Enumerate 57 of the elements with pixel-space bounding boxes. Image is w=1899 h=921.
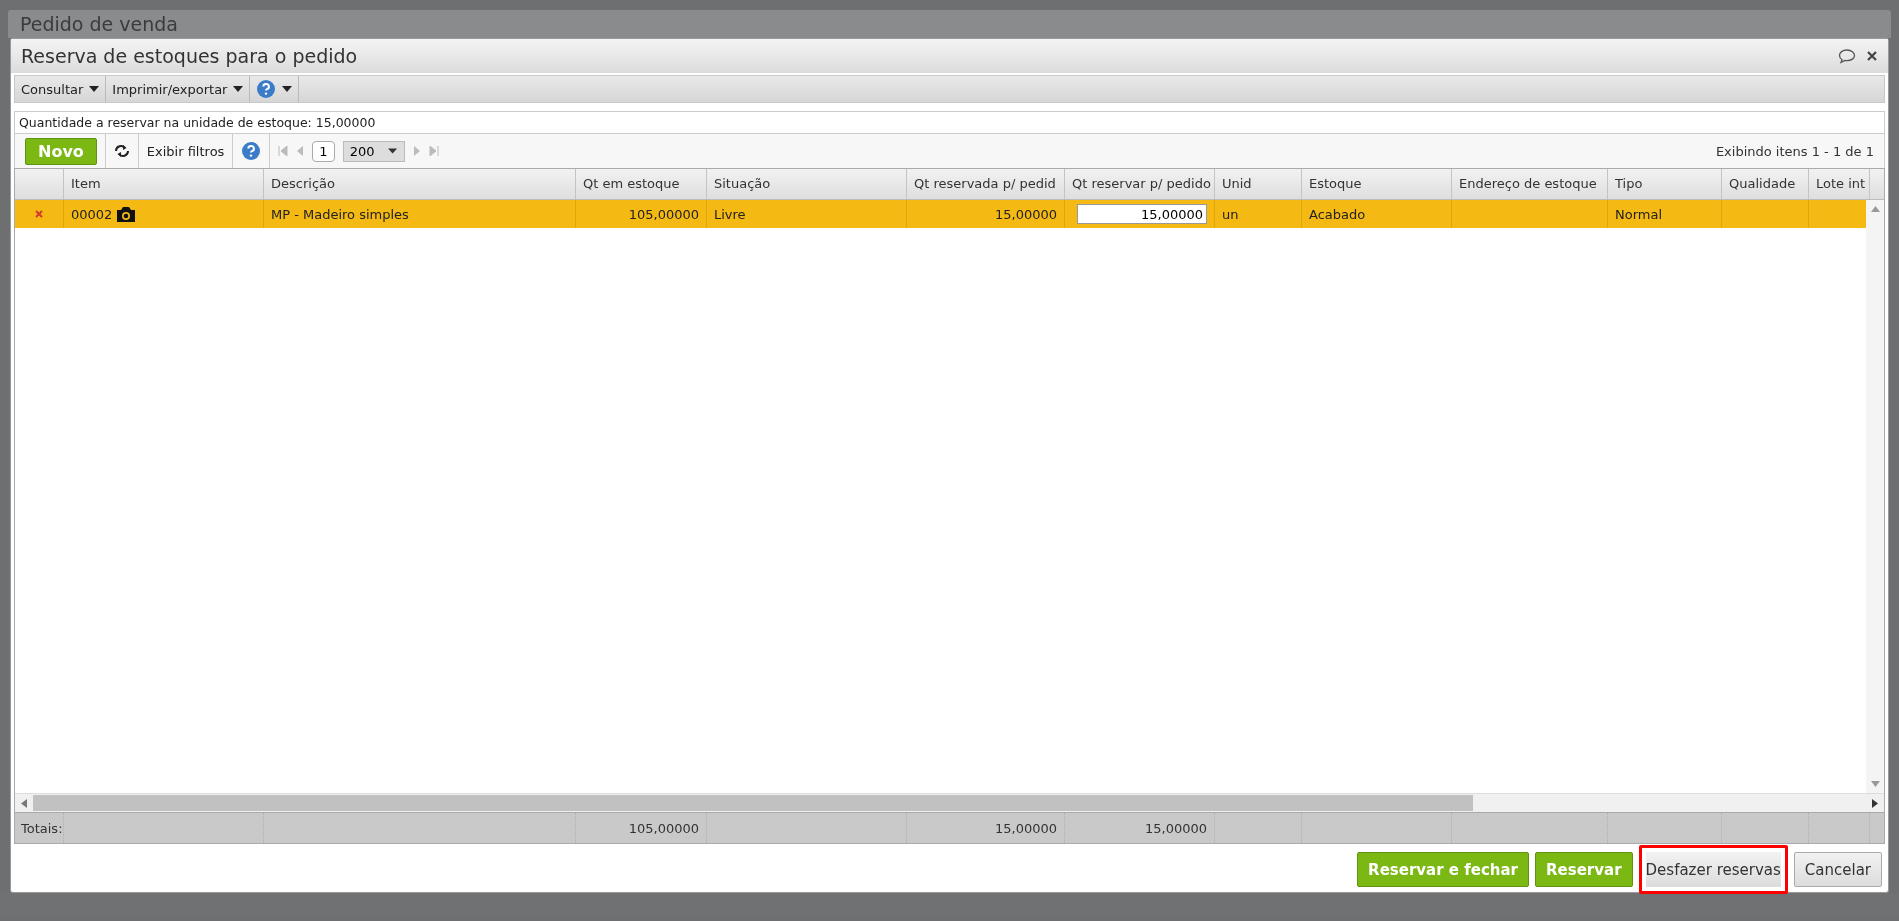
column-header[interactable]: Endereço de estoque [1452,169,1608,199]
remove-icon[interactable] [35,210,43,218]
menu-button[interactable]: Consultar [15,76,107,102]
table-cell: Acabado [1309,206,1366,222]
scroll-left-icon[interactable] [21,798,27,808]
camera-icon[interactable] [116,205,137,223]
table-row[interactable]: 00002 MP - Madeiro simples 105,00000 Livre 15,00000 15,00000 un Acabado Normal [15,200,1866,228]
column-header[interactable]: Qt reservar p/ pedido [1065,169,1215,199]
table-cell: Livre [714,206,746,222]
first-page-icon[interactable] [278,146,289,156]
refresh-icon[interactable] [113,144,130,158]
scroll-right-icon[interactable] [1872,798,1878,808]
column-header[interactable]: Tipo [1608,169,1722,199]
page-field[interactable]: 1 [312,140,335,162]
column-header[interactable]: Qt reservada p/ pedid [907,169,1065,199]
column-header[interactable]: Qt em estoque [576,169,707,199]
total-cell: 15,00000 [1144,820,1207,836]
caret-icon [89,86,100,92]
page-size-dropdown[interactable]: 200 [342,140,405,162]
menu-button[interactable]: Imprimir/exportar [106,76,251,102]
caret-icon [282,86,293,92]
table-cell: 00002 [71,206,113,222]
column-header[interactable]: Qualidade [1722,169,1809,199]
column-header[interactable]: Descrição [264,169,576,199]
vertical-scrollbar[interactable] [1866,200,1884,793]
items-count-text: Exibindo itens 1 - 1 de 1 [1715,143,1874,159]
last-page-icon[interactable] [428,146,439,156]
action-button[interactable]: Desfazer reservas [1638,845,1788,894]
table-cell: 15,00000 [994,206,1057,222]
caret-icon [233,86,244,92]
column-header[interactable]: Situação [707,169,907,199]
dialog-title: Reserva de estoques para o pedido [21,45,358,67]
help-icon[interactable] [241,141,262,161]
next-page-icon[interactable] [412,146,421,156]
column-header[interactable]: Estoque [1302,169,1452,199]
window-title: Pedido de venda [20,13,178,35]
total-cell: 15,00000 [994,820,1057,836]
caret-icon [388,148,398,154]
column-header[interactable]: Lote int [1809,169,1870,199]
column-header[interactable]: Item [64,169,264,199]
help-icon [256,79,277,99]
comment-icon[interactable] [1838,48,1856,64]
totals-label: Totais: [15,813,64,843]
quantity-input[interactable]: 15,00000 [1077,204,1207,224]
scroll-up-icon[interactable] [1870,206,1880,212]
total-cell: 105,00000 [628,820,699,836]
table-cell: un [1222,206,1239,222]
action-button[interactable]: Cancelar [1793,852,1882,887]
close-icon[interactable] [1866,50,1878,62]
horizontal-scrollbar[interactable] [15,793,1884,812]
table-cell: MP - Madeiro simples [271,206,409,222]
show-filters-button[interactable]: Exibir filtros [146,143,225,159]
scroll-down-icon[interactable] [1870,781,1880,787]
table-cell: 105,00000 [628,206,699,222]
column-header[interactable]: Unid [1215,169,1302,199]
table-cell: Normal [1615,206,1663,222]
previous-page-icon[interactable] [296,146,305,156]
